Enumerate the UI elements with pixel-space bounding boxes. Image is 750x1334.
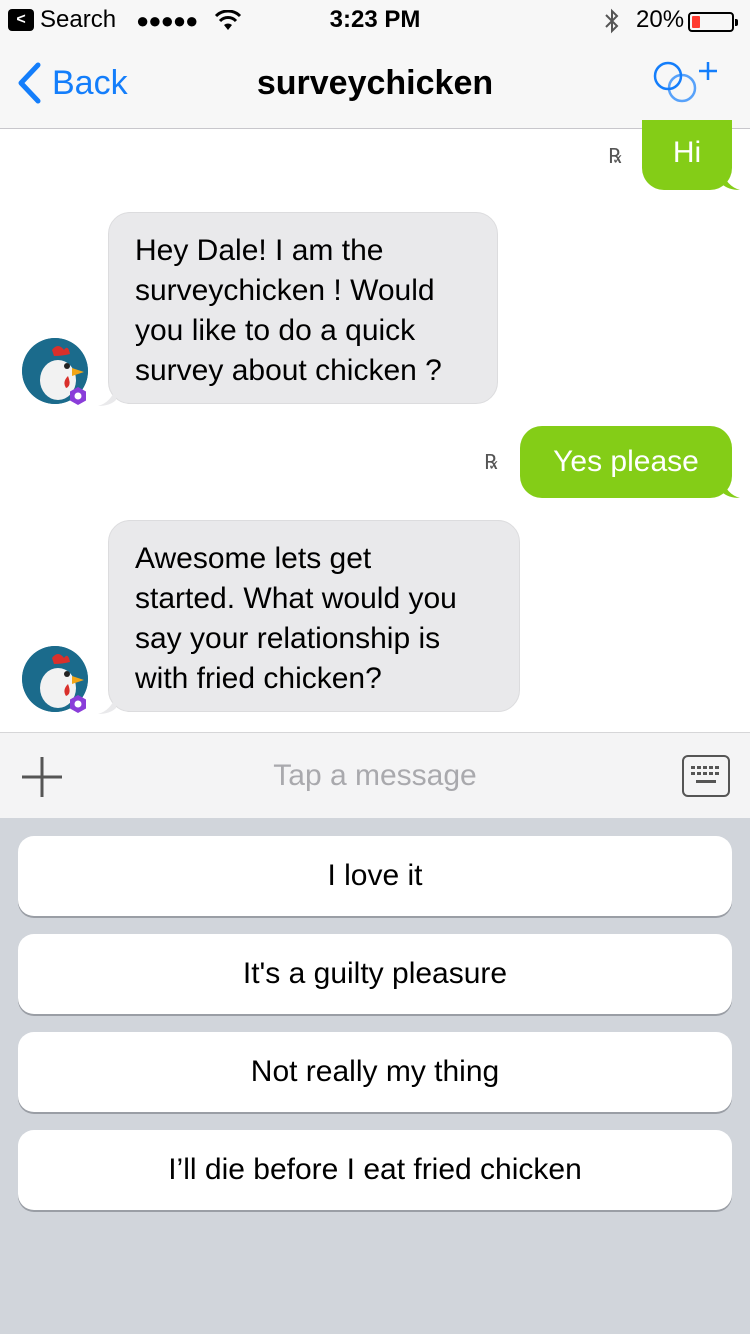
add-to-group-icon[interactable] bbox=[650, 58, 722, 108]
battery-level bbox=[692, 16, 700, 28]
keyboard-icon bbox=[691, 766, 719, 783]
bluetooth-icon bbox=[605, 8, 619, 34]
quick-reply-button[interactable]: It's a guilty pleasure bbox=[18, 934, 732, 1014]
conversation: R ✓ Hi Hey Dale! I am the surveychicken … bbox=[0, 120, 750, 732]
message-text: Yes please bbox=[553, 445, 699, 478]
message-text: Hi bbox=[672, 136, 702, 169]
quick-reply-button[interactable]: I love it bbox=[18, 836, 732, 916]
message-line: surveychicken ! Would bbox=[135, 274, 435, 307]
compose-bar bbox=[0, 732, 750, 818]
quick-reply-button[interactable]: I’ll die before I eat fried chicken bbox=[18, 1130, 732, 1210]
message-line: say your relationship is bbox=[135, 622, 441, 655]
message-input[interactable] bbox=[180, 751, 570, 801]
bubble-tail bbox=[98, 386, 116, 406]
bubble-tail bbox=[98, 694, 116, 714]
message-bubble-incoming[interactable]: Hey Dale! I am the surveychicken ! Would… bbox=[108, 212, 498, 404]
message-line: you like to do a quick bbox=[135, 314, 416, 347]
message-line: Awesome lets get bbox=[135, 542, 372, 575]
message-bubble-outgoing[interactable]: Yes please bbox=[520, 426, 732, 498]
message-bubble-outgoing[interactable]: Hi bbox=[642, 120, 732, 190]
battery-icon bbox=[688, 12, 738, 32]
keyboard-toggle-button[interactable] bbox=[682, 755, 730, 797]
battery-percent: 20% bbox=[636, 6, 685, 33]
message-line: survey about chicken ? bbox=[135, 354, 442, 387]
status-bar: < Search ●●●●● 3:23 PM 20% bbox=[0, 0, 750, 40]
bot-badge-icon bbox=[70, 387, 86, 405]
bot-badge-icon bbox=[70, 695, 86, 713]
read-check-icon: ✓ bbox=[488, 458, 500, 474]
bubble-tail bbox=[722, 170, 740, 190]
quick-reply-panel: I love it It's a guilty pleasure Not rea… bbox=[0, 818, 750, 1334]
message-bubble-incoming[interactable]: Awesome lets get started. What would you… bbox=[108, 520, 520, 712]
read-check-icon: ✓ bbox=[612, 152, 624, 168]
quick-reply-button[interactable]: Not really my thing bbox=[18, 1032, 732, 1112]
message-line: started. What would you bbox=[135, 582, 457, 615]
message-line: with fried chicken? bbox=[135, 662, 382, 695]
bubble-tail bbox=[722, 478, 740, 498]
message-line: Hey Dale! I am the bbox=[135, 234, 384, 267]
page-title: surveychicken bbox=[256, 64, 494, 102]
add-attachment-button[interactable] bbox=[20, 755, 64, 799]
navigation-bar: Back surveychicken bbox=[0, 40, 750, 129]
